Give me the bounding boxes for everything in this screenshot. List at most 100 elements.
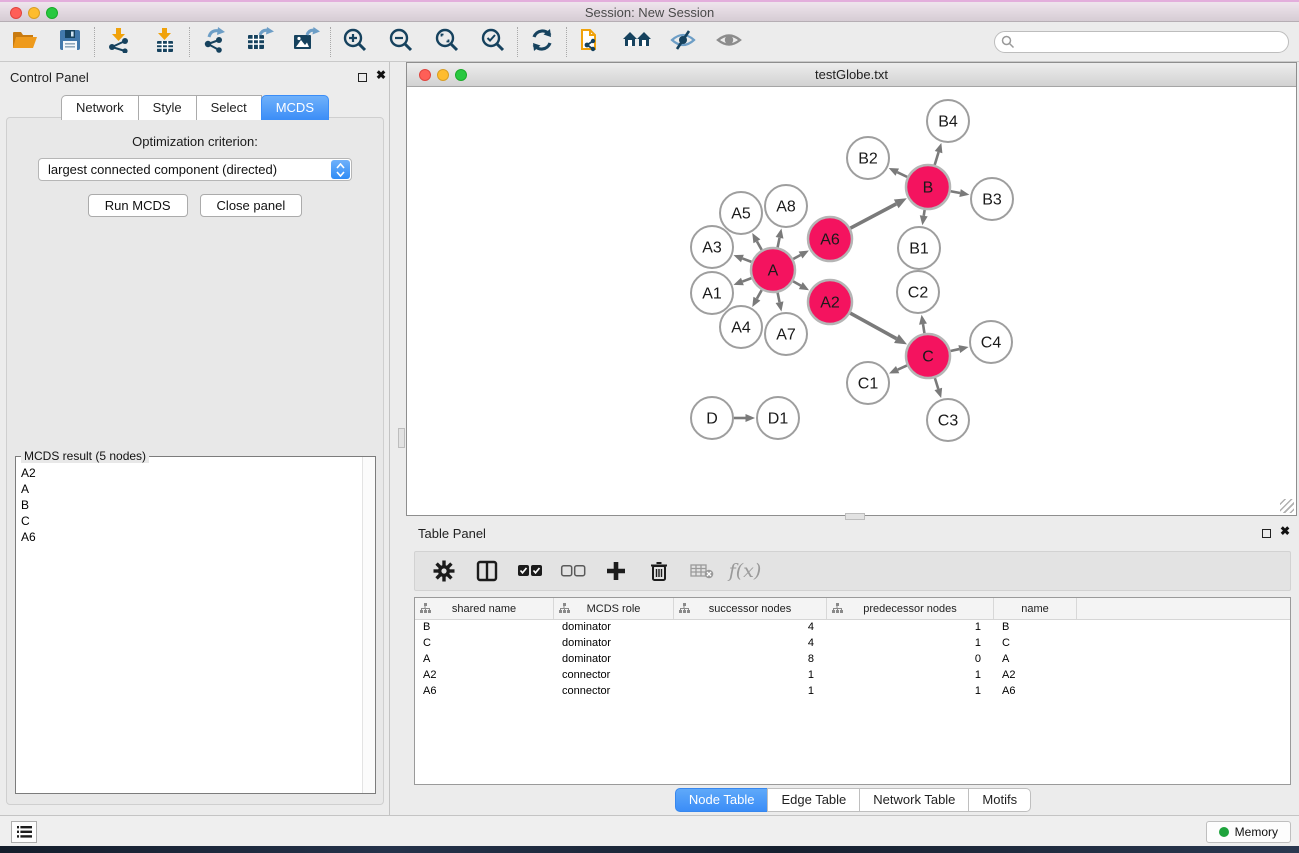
cell-predecessor-nodes[interactable]: 1 (827, 636, 994, 652)
show-columns-icon[interactable] (474, 558, 500, 584)
close-table-panel-icon[interactable]: ✖ (1280, 524, 1290, 538)
mcds-result-item[interactable]: A (21, 481, 361, 497)
hide-graphics-details-button[interactable] (668, 27, 698, 57)
new-network-from-file-button[interactable] (576, 27, 606, 57)
zoom-in-button[interactable] (340, 27, 370, 57)
tab-select[interactable]: Select (196, 95, 262, 120)
float-panel-icon[interactable] (358, 73, 367, 82)
table-row[interactable]: Adominator80A (415, 652, 1290, 668)
mcds-result-item[interactable]: A2 (21, 465, 361, 481)
network-graph[interactable]: B4B2BB3A8A5A6A3B1AC2A1A2A4A7C4CC1C3DD1 (407, 87, 1296, 515)
cell-predecessor-nodes[interactable]: 0 (827, 652, 994, 668)
zoom-fit-button[interactable] (432, 27, 462, 57)
save-session-button[interactable] (55, 27, 85, 57)
edge-A2-C[interactable] (850, 313, 896, 339)
select-all-icon[interactable] (517, 558, 543, 584)
cell-shared-name[interactable]: A (415, 652, 554, 668)
zoom-selected-button[interactable] (478, 27, 508, 57)
cell-name[interactable]: A2 (994, 668, 1077, 684)
edge-A-A3[interactable] (742, 258, 751, 261)
search-input[interactable] (994, 31, 1289, 53)
edge-B-B3[interactable] (951, 191, 960, 193)
table-row[interactable]: A2connector11A2 (415, 668, 1290, 684)
cell-predecessor-nodes[interactable]: 1 (827, 668, 994, 684)
column-header-predecessor-nodes[interactable]: predecessor nodes (827, 598, 994, 619)
edge-C-C2[interactable] (923, 324, 924, 333)
tab-style[interactable]: Style (138, 95, 197, 120)
table-row[interactable]: Cdominator41C (415, 636, 1290, 652)
show-panels-button[interactable] (11, 821, 37, 843)
cell-successor-nodes[interactable]: 1 (674, 668, 827, 684)
network-window-titlebar[interactable]: testGlobe.txt (407, 63, 1296, 87)
zoom-out-button[interactable] (386, 27, 416, 57)
edge-A6-B[interactable] (850, 204, 896, 228)
cell-name[interactable]: B (994, 620, 1077, 636)
open-file-button[interactable] (9, 27, 39, 57)
cell-name[interactable]: A6 (994, 684, 1077, 700)
edge-A-A4[interactable] (757, 290, 762, 299)
tab-mcds[interactable]: MCDS (261, 95, 329, 120)
edge-A-A6[interactable] (793, 255, 800, 259)
unselect-all-icon[interactable] (560, 558, 586, 584)
table-row[interactable]: Bdominator41B (415, 620, 1290, 636)
memory-button[interactable]: Memory (1206, 821, 1291, 843)
tab-network[interactable]: Network (61, 95, 139, 120)
column-header-mcds-role[interactable]: MCDS role (554, 598, 674, 619)
tab-node-table[interactable]: Node Table (675, 788, 769, 812)
table-row[interactable]: A6connector11A6 (415, 684, 1290, 700)
function-builder-button[interactable]: f(x) (732, 558, 758, 584)
cell-mcds-role[interactable]: dominator (554, 636, 674, 652)
mcds-result-scrollbar[interactable] (362, 457, 375, 793)
splitpane-grip-vertical[interactable] (398, 428, 405, 448)
edge-B-B1[interactable] (924, 210, 925, 216)
column-header-successor-nodes[interactable]: successor nodes (674, 598, 827, 619)
cell-shared-name[interactable]: B (415, 620, 554, 636)
cell-successor-nodes[interactable]: 8 (674, 652, 827, 668)
edge-B-B2[interactable] (897, 172, 907, 177)
cell-shared-name[interactable]: C (415, 636, 554, 652)
optimization-criterion-select[interactable]: largest connected component (directed) (38, 158, 352, 181)
cell-name[interactable]: C (994, 636, 1077, 652)
cell-mcds-role[interactable]: dominator (554, 620, 674, 636)
export-network-button[interactable] (199, 27, 229, 57)
close-panel-button[interactable]: Close panel (200, 194, 303, 217)
edge-A-A1[interactable] (742, 278, 751, 281)
delete-table-icon[interactable] (689, 558, 715, 584)
float-table-panel-icon[interactable] (1262, 529, 1271, 538)
edge-C-C3[interactable] (935, 378, 938, 389)
cell-predecessor-nodes[interactable]: 1 (827, 684, 994, 700)
mcds-result-item[interactable]: B (21, 497, 361, 513)
cell-shared-name[interactable]: A6 (415, 684, 554, 700)
edge-A-A5[interactable] (757, 241, 762, 250)
cell-successor-nodes[interactable]: 4 (674, 636, 827, 652)
cell-shared-name[interactable]: A2 (415, 668, 554, 684)
cell-predecessor-nodes[interactable]: 1 (827, 620, 994, 636)
splitpane-grip-horizontal[interactable] (845, 513, 865, 520)
first-neighbors-button[interactable] (622, 27, 652, 57)
run-mcds-button[interactable]: Run MCDS (88, 194, 188, 217)
edge-B-B4[interactable] (935, 152, 939, 165)
mcds-result-item[interactable]: A6 (21, 529, 361, 545)
export-image-button[interactable] (291, 27, 321, 57)
window-resize-grip[interactable] (1280, 499, 1294, 513)
export-table-button[interactable] (245, 27, 275, 57)
tab-edge-table[interactable]: Edge Table (767, 788, 860, 812)
import-table-button[interactable] (150, 27, 180, 57)
close-panel-icon[interactable]: ✖ (376, 68, 386, 82)
column-header-name[interactable]: name (994, 598, 1077, 619)
refresh-button[interactable] (527, 27, 557, 57)
mcds-result-list[interactable]: A2ABCA6 (17, 463, 361, 792)
node-table[interactable]: shared nameMCDS rolesuccessor nodesprede… (414, 597, 1291, 785)
cell-mcds-role[interactable]: connector (554, 684, 674, 700)
import-network-button[interactable] (104, 27, 134, 57)
column-header-shared-name[interactable]: shared name (415, 598, 554, 619)
mcds-result-item[interactable]: C (21, 513, 361, 529)
cell-name[interactable]: A (994, 652, 1077, 668)
delete-row-trash-icon[interactable] (646, 558, 672, 584)
tab-network-table[interactable]: Network Table (859, 788, 969, 812)
show-graphics-details-button[interactable] (714, 27, 744, 57)
cell-mcds-role[interactable]: connector (554, 668, 674, 684)
cell-mcds-role[interactable]: dominator (554, 652, 674, 668)
edge-C-C1[interactable] (898, 365, 907, 369)
edge-C-C4[interactable] (950, 349, 959, 351)
